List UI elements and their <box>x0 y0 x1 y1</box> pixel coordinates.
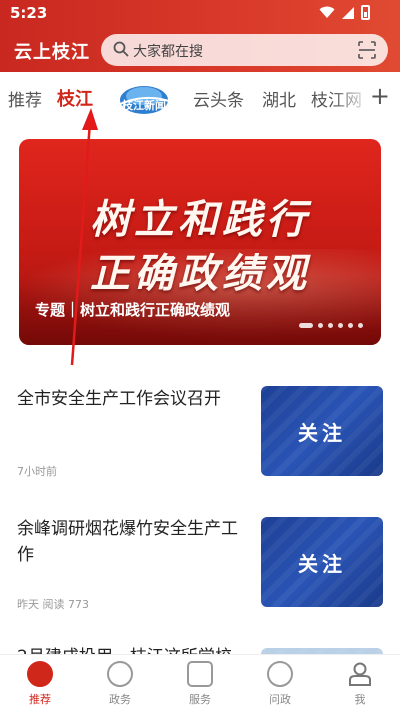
tab-headline[interactable]: 云头条 <box>193 86 244 111</box>
news-title: 余峰调研烟花爆竹安全生产工作 <box>17 519 238 565</box>
carousel-dot <box>328 323 333 328</box>
thumbnail-text: 关注 <box>298 420 346 445</box>
home-icon <box>27 661 53 687</box>
status-bar: 5:23 <box>0 0 400 26</box>
carousel-dot <box>348 323 353 328</box>
nav-label: 我 <box>354 693 366 706</box>
nav-government[interactable]: 政务 <box>90 661 150 707</box>
annotation-arrow-icon <box>70 108 98 366</box>
government-icon <box>107 661 133 687</box>
carousel-dot <box>338 323 343 328</box>
add-channel-icon[interactable]: + <box>370 82 390 110</box>
service-bag-icon <box>187 661 213 687</box>
wifi-icon <box>319 6 335 18</box>
inquiry-icon <box>267 661 293 687</box>
carousel-indicator <box>299 323 363 328</box>
carousel-dot <box>299 323 313 328</box>
tab-hubei[interactable]: 湖北 <box>262 86 296 111</box>
tab-logo-text: 枝江新闻 <box>121 98 166 112</box>
battery-icon <box>361 5 370 20</box>
nav-service[interactable]: 服务 <box>170 661 230 707</box>
nav-label: 服务 <box>189 693 211 706</box>
news-title: 全市安全生产工作会议召开 <box>17 389 221 409</box>
nav-label: 推荐 <box>29 693 51 706</box>
news-thumbnail: 关注 <box>261 386 383 476</box>
status-time: 5:23 <box>10 4 48 22</box>
nav-recommend[interactable]: 推荐 <box>10 661 70 707</box>
app-header: 云上枝江 大家都在搜 <box>0 30 400 70</box>
search-placeholder: 大家都在搜 <box>133 44 203 60</box>
carousel-dot <box>318 323 323 328</box>
search-icon <box>113 41 129 57</box>
status-icons <box>319 5 370 20</box>
news-thumbnail: 关注 <box>261 517 383 607</box>
news-meta: 7小时前 <box>17 465 57 478</box>
nav-label: 问政 <box>269 693 291 706</box>
nav-me[interactable]: 我 <box>330 661 390 707</box>
app-title: 云上枝江 <box>14 42 90 63</box>
list-item[interactable]: 余峰调研烟花爆竹安全生产工作 昨天 阅读 773 关注 <box>0 512 400 622</box>
nav-label: 政务 <box>109 693 131 706</box>
tab-recommend[interactable]: 推荐 <box>8 86 42 111</box>
tab-fade <box>332 72 372 122</box>
nav-inquiry[interactable]: 问政 <box>250 661 310 707</box>
scan-icon[interactable] <box>358 41 376 59</box>
news-meta: 昨天 阅读 773 <box>17 598 89 611</box>
list-item[interactable]: 全市安全生产工作会议召开 7小时前 关注 <box>0 380 400 490</box>
bottom-navigation: 推荐 政务 服务 问政 我 <box>0 654 400 711</box>
thumbnail-text: 关注 <box>298 551 346 576</box>
carousel-dot <box>358 323 363 328</box>
signal-icon <box>342 6 354 19</box>
search-bar[interactable]: 大家都在搜 <box>101 34 388 66</box>
tab-zhijiang-news-logo[interactable]: 枝江新闻 <box>112 78 176 116</box>
user-icon <box>349 662 371 686</box>
